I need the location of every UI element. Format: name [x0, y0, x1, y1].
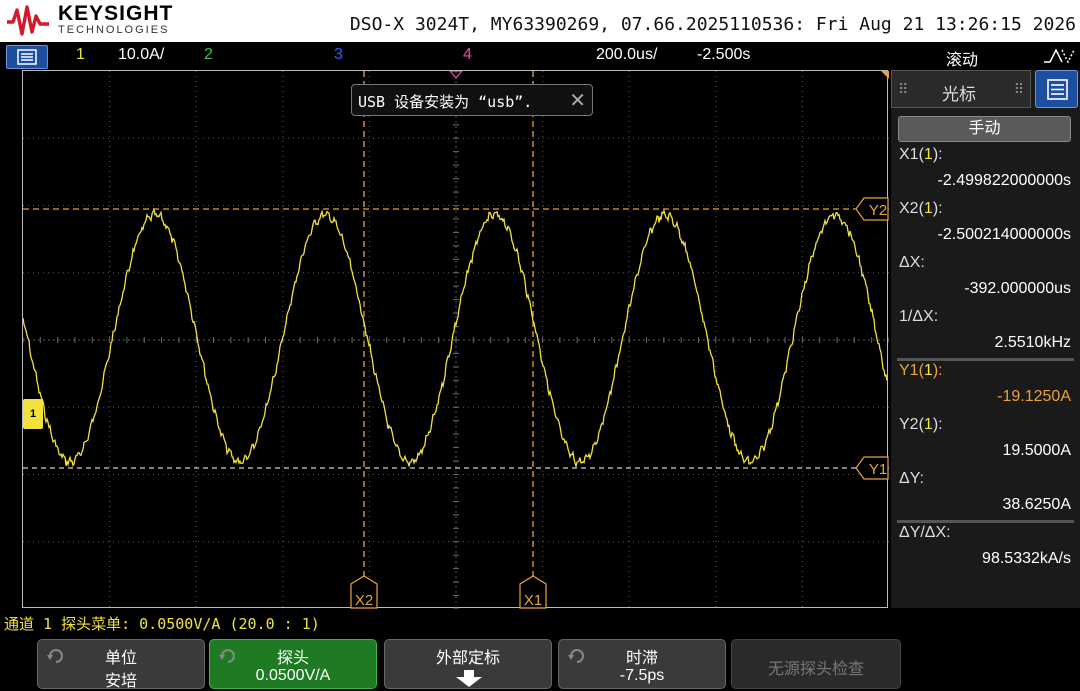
measurement-divider: [897, 520, 1074, 523]
softkey-4[interactable]: 时滞 -7.5ps: [558, 639, 726, 689]
measurement-label-text: ΔY/ΔX:: [899, 524, 951, 541]
measurement-label-text: ):: [932, 416, 943, 433]
cursor-x2-tag[interactable]: X2: [350, 575, 378, 609]
panel-menu-button[interactable]: [1035, 70, 1078, 108]
list-icon: [1047, 79, 1068, 100]
measurement-label-text: ΔX:: [899, 254, 925, 271]
svg-text:X1: X1: [524, 592, 542, 609]
measurement-label: X2(1):: [899, 200, 943, 218]
cursor-x1-tag[interactable]: X1: [519, 575, 547, 609]
channel-2-number[interactable]: 2: [204, 46, 213, 64]
measurement-value: -392.000000us: [964, 280, 1071, 297]
measurement-value: 98.5332kA/s: [982, 550, 1071, 567]
channel-1-ground-marker[interactable]: 1: [23, 399, 43, 429]
measurement-label: ΔY:: [899, 470, 924, 488]
acquisition-mode[interactable]: 滚动: [946, 46, 978, 70]
waveform-display[interactable]: X2 X1 Y2 Y1 1: [22, 70, 889, 609]
brand-name: KEYSIGHT: [58, 2, 174, 25]
measurement-label-text: Y2(: [899, 416, 924, 433]
arrow-down-icon: [456, 670, 482, 687]
channel-1-number[interactable]: 1: [76, 46, 85, 64]
measurement-divider: [897, 358, 1074, 361]
close-icon[interactable]: ✕: [569, 88, 586, 113]
trigger-level-marker: [881, 71, 889, 79]
measurement-value: -2.500214000000s: [937, 226, 1071, 243]
measurement-value: -19.1250A: [997, 388, 1071, 405]
softkey-label: 探头: [276, 650, 309, 667]
measurement-label-text: X2(: [899, 200, 924, 217]
measurement-channel: 1: [923, 362, 933, 379]
waveform-canvas: X2 X1 Y2 Y1: [23, 71, 889, 609]
measurement-channel: 1: [923, 416, 933, 433]
panel-header[interactable]: ⠿ 光标 ⠿: [891, 70, 1031, 108]
measurement-value: 19.5000A: [1002, 442, 1071, 459]
softkey-1[interactable]: 单位 安培: [37, 639, 205, 690]
measurement-label-text: ):: [932, 200, 943, 217]
softkey-bar: 单位 安培 探头 0.0500V/A 外部定标 时滞 -7.5ps 无源探头检查: [0, 636, 1080, 691]
probe-menu-title: 通道 1 探头菜单: 0.0500V/A (20.0 : 1): [4, 615, 320, 633]
channel-4-number[interactable]: 4: [463, 46, 472, 64]
softkey-value: 0.0500V/A: [255, 667, 331, 684]
measurement-label-text: ):: [932, 146, 943, 163]
measurement-label: ΔY/ΔX:: [899, 524, 951, 542]
cursor-mode-button[interactable]: 手动: [898, 116, 1071, 142]
measurement-label-text: Y1(: [899, 362, 924, 379]
measurement-label: Y2(1):: [899, 416, 943, 434]
panel-title: 光标: [942, 85, 976, 104]
notification-text: USB 设备安装为 “usb”.: [358, 93, 533, 111]
list-icon: [17, 49, 37, 65]
svg-text:Y2: Y2: [869, 202, 887, 219]
softkey-2[interactable]: 探头 0.0500V/A: [209, 639, 377, 689]
measurement-label: ΔX:: [899, 254, 925, 272]
svg-text:X2: X2: [355, 592, 373, 609]
softkey-label: 无源探头检查: [767, 661, 864, 678]
channel-1-scale[interactable]: 10.0A/: [118, 46, 164, 64]
measurement-label-text: X1(: [899, 146, 924, 163]
header-bar: KEYSIGHT TECHNOLOGIES DSO-X 3024T, MY633…: [0, 0, 1080, 42]
measurement-value: 38.6250A: [1002, 496, 1071, 513]
measurement-channel: 1: [923, 146, 933, 163]
channel-3-number[interactable]: 3: [334, 46, 343, 64]
softkey-value: -7.5ps: [619, 667, 665, 684]
measurement-label: Y1(1):: [899, 362, 943, 380]
drag-handle-icon[interactable]: ⠿: [1014, 81, 1024, 98]
softkey-3[interactable]: 外部定标: [384, 639, 552, 689]
measurement-value: -2.499822000000s: [937, 172, 1071, 189]
measurement-label-text: ΔY:: [899, 470, 924, 487]
trigger-edge-icon[interactable]: [1042, 46, 1076, 66]
measurement-channel: 1: [923, 200, 933, 217]
graticule: [23, 71, 889, 609]
softkey-label: 外部定标: [435, 650, 500, 667]
svg-text:Y1: Y1: [869, 461, 887, 478]
measurement-label: X1(1):: [899, 146, 943, 164]
measurement-label-text: 1/ΔX:: [899, 308, 939, 325]
main-menu-button[interactable]: [6, 45, 48, 69]
measurement-label-text: ):: [932, 362, 943, 379]
cursor-y2-tag[interactable]: Y2: [855, 197, 889, 221]
time-delay[interactable]: -2.500s: [697, 46, 750, 64]
instrument-info: DSO-X 3024T, MY63390269, 07.66.202511053…: [349, 14, 1076, 35]
measurement-value: 2.5510kHz: [994, 334, 1072, 351]
channel-1-trace: [23, 207, 888, 469]
softkey-5: 无源探头检查: [731, 639, 901, 689]
cursor-panel: ⠿ 光标 ⠿ 手动 X1(1): -2.499822000000s X2(1): -2…: [891, 70, 1080, 608]
drag-handle-icon[interactable]: ⠿: [898, 81, 908, 98]
cursor-y1-tag[interactable]: Y1: [855, 456, 889, 480]
softkey-label: 单位: [104, 650, 137, 667]
softkey-value: 安培: [104, 673, 137, 690]
measurement-label: 1/ΔX:: [899, 308, 938, 326]
usb-notification: USB 设备安装为 “usb”. ✕: [351, 84, 593, 116]
softkey-label: 时滞: [625, 650, 658, 667]
keysight-logo-icon: [7, 5, 49, 36]
brand-subtitle: TECHNOLOGIES: [58, 24, 170, 36]
status-bar: 1 10.0A/ 2 3 4 200.0us/ -2.500s 滚动: [0, 42, 1080, 70]
timebase-scale[interactable]: 200.0us/: [596, 46, 657, 64]
